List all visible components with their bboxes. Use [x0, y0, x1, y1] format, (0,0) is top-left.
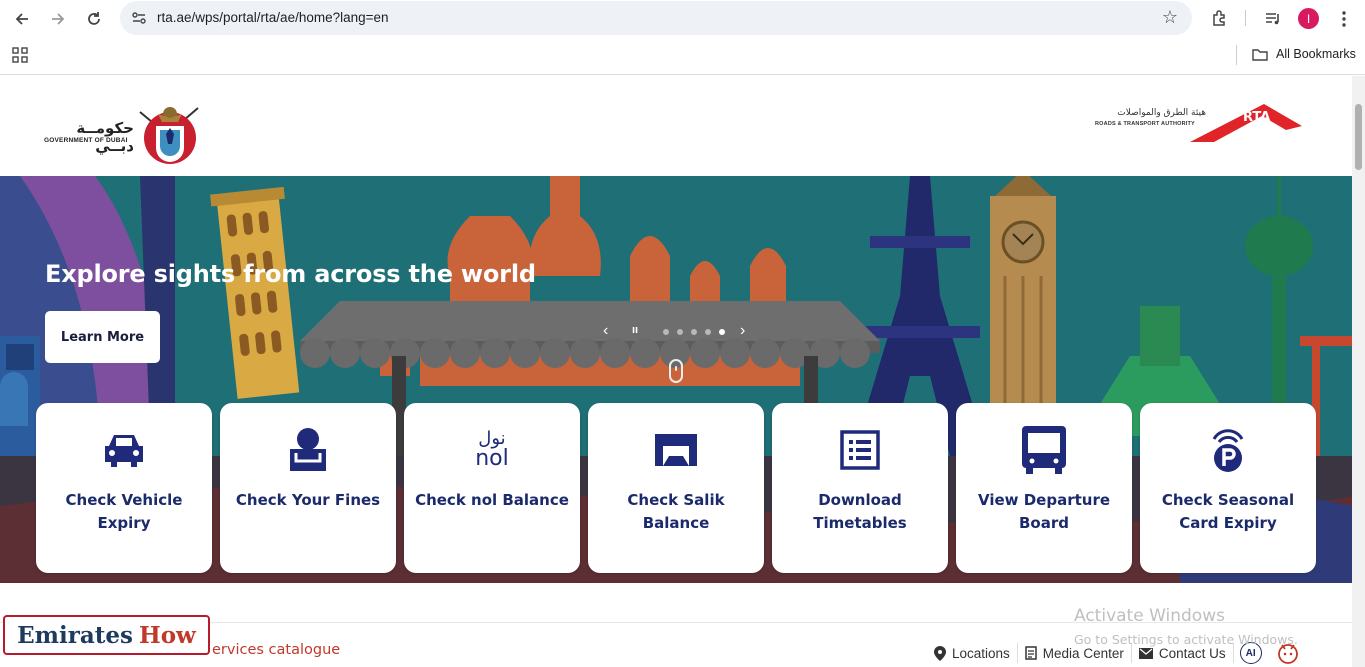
government-of-dubai-logo[interactable]: حكومــة دبــي GOVERNMENT OF DUBAI: [44, 100, 204, 166]
watermark-line1: Activate Windows: [1074, 606, 1225, 626]
dubai-emblem-icon: [139, 107, 199, 164]
salik-gate-icon: [588, 425, 764, 475]
carousel-dot[interactable]: [663, 329, 669, 335]
reload-icon[interactable]: [81, 6, 107, 32]
service-card-departure-board[interactable]: View Departure Board: [956, 403, 1132, 573]
rta-logo-english: ROADS & TRANSPORT AUTHORITY: [1095, 121, 1195, 127]
url-text[interactable]: rta.ae/wps/portal/rta/ae/home?lang=en: [157, 10, 389, 25]
carousel-dot[interactable]: [677, 329, 683, 335]
carousel-dot-active[interactable]: [719, 329, 725, 335]
rta-logo[interactable]: هيئة الطرق والمواصلات ROADS & TRANSPORT …: [1094, 98, 1304, 148]
forward-icon[interactable]: [45, 6, 71, 32]
service-label: Check Salik Balance: [627, 491, 725, 532]
quick-link-label: Contact Us: [1158, 645, 1226, 661]
hero-title: Explore sights from across the world: [45, 260, 536, 288]
page-scrollbar[interactable]: [1352, 76, 1365, 667]
quick-services: Check Vehicle Expiry Check Your Fines نو…: [36, 403, 1318, 574]
service-label: Check Vehicle Expiry: [65, 491, 183, 532]
back-icon[interactable]: [9, 6, 35, 32]
all-bookmarks-label: All Bookmarks: [1276, 47, 1356, 61]
service-label: Check Your Fines: [235, 491, 381, 509]
scroll-mouse-icon: [669, 359, 683, 383]
emirates-how-watermark-logo: Emirates How: [3, 615, 210, 655]
service-card-seasonal-card[interactable]: Check Seasonal Card Expiry: [1140, 403, 1316, 573]
service-label: Download Timetables: [813, 491, 907, 532]
media-control-icon[interactable]: [1261, 7, 1285, 31]
carousel-dot[interactable]: [705, 329, 711, 335]
bookmarks-divider: [1236, 45, 1237, 65]
service-card-salik-balance[interactable]: Check Salik Balance: [588, 403, 764, 573]
apps-grid-icon[interactable]: [12, 47, 28, 63]
site-header: حكومــة دبــي GOVERNMENT OF DUBAI هيئة ا…: [0, 76, 1352, 176]
folder-icon: [1252, 48, 1268, 61]
carousel-controls: ‹ ıı ›: [600, 322, 750, 340]
extensions-icon[interactable]: [1207, 7, 1231, 31]
timetable-icon: [772, 425, 948, 475]
nol-latin: nol: [475, 446, 509, 471]
service-label: View Departure Board: [977, 491, 1111, 532]
site-info-icon[interactable]: [130, 9, 148, 27]
carousel-prev-icon[interactable]: ‹: [603, 322, 608, 340]
watermark-line2: Go to Settings to activate Windows.: [1074, 632, 1298, 647]
all-bookmarks-button[interactable]: All Bookmarks: [1252, 47, 1356, 61]
toolbar-divider: [1245, 10, 1246, 26]
bookmark-star-icon[interactable]: ☆: [1162, 7, 1178, 28]
profile-avatar[interactable]: I: [1298, 8, 1319, 29]
service-card-nol-balance[interactable]: نول nol Check nol Balance: [404, 403, 580, 573]
bookmarks-bar: All Bookmarks: [0, 37, 1365, 75]
quick-link-label: Locations: [952, 645, 1010, 661]
carousel-next-icon[interactable]: ›: [740, 322, 745, 340]
service-label: Check nol Balance: [415, 491, 569, 509]
service-card-vehicle-expiry[interactable]: Check Vehicle Expiry: [36, 403, 212, 573]
browser-toolbar: rta.ae/wps/portal/rta/ae/home?lang=en ☆ …: [0, 0, 1365, 37]
activate-windows-watermark: Activate Windows Go to Settings to activ…: [1074, 606, 1298, 647]
gov-logo-english: GOVERNMENT OF DUBAI: [44, 137, 128, 144]
location-pin-icon: [934, 645, 946, 661]
brand-word2: How: [138, 621, 196, 649]
locations-link[interactable]: Locations: [927, 643, 1018, 663]
web-page: حكومــة دبــي GOVERNMENT OF DUBAI هيئة ا…: [0, 76, 1352, 667]
fines-icon: [220, 425, 396, 475]
service-card-fines[interactable]: Check Your Fines: [220, 403, 396, 573]
menu-kebab-icon[interactable]: [1332, 7, 1356, 31]
bus-icon: [956, 425, 1132, 475]
rta-logo-text: RTA: [1243, 110, 1271, 125]
nol-logo-icon: نول nol: [404, 425, 580, 475]
mail-icon: [1138, 647, 1153, 659]
learn-more-button[interactable]: Learn More: [45, 311, 160, 363]
services-catalogue-link[interactable]: ervices catalogue: [212, 642, 340, 658]
document-icon: [1025, 646, 1037, 660]
quick-link-label: Media Center: [1042, 645, 1124, 661]
address-bar[interactable]: rta.ae/wps/portal/rta/ae/home?lang=en ☆: [120, 1, 1192, 35]
carousel-dot[interactable]: [691, 329, 697, 335]
service-label: Check Seasonal Card Expiry: [1161, 491, 1295, 532]
carousel-pause-icon[interactable]: ıı: [632, 324, 638, 336]
service-card-timetables[interactable]: Download Timetables: [772, 403, 948, 573]
scrollbar-thumb[interactable]: [1355, 104, 1362, 170]
car-icon: [36, 425, 212, 475]
parking-icon: [1140, 425, 1316, 475]
brand-word1: Emirates: [17, 621, 133, 649]
